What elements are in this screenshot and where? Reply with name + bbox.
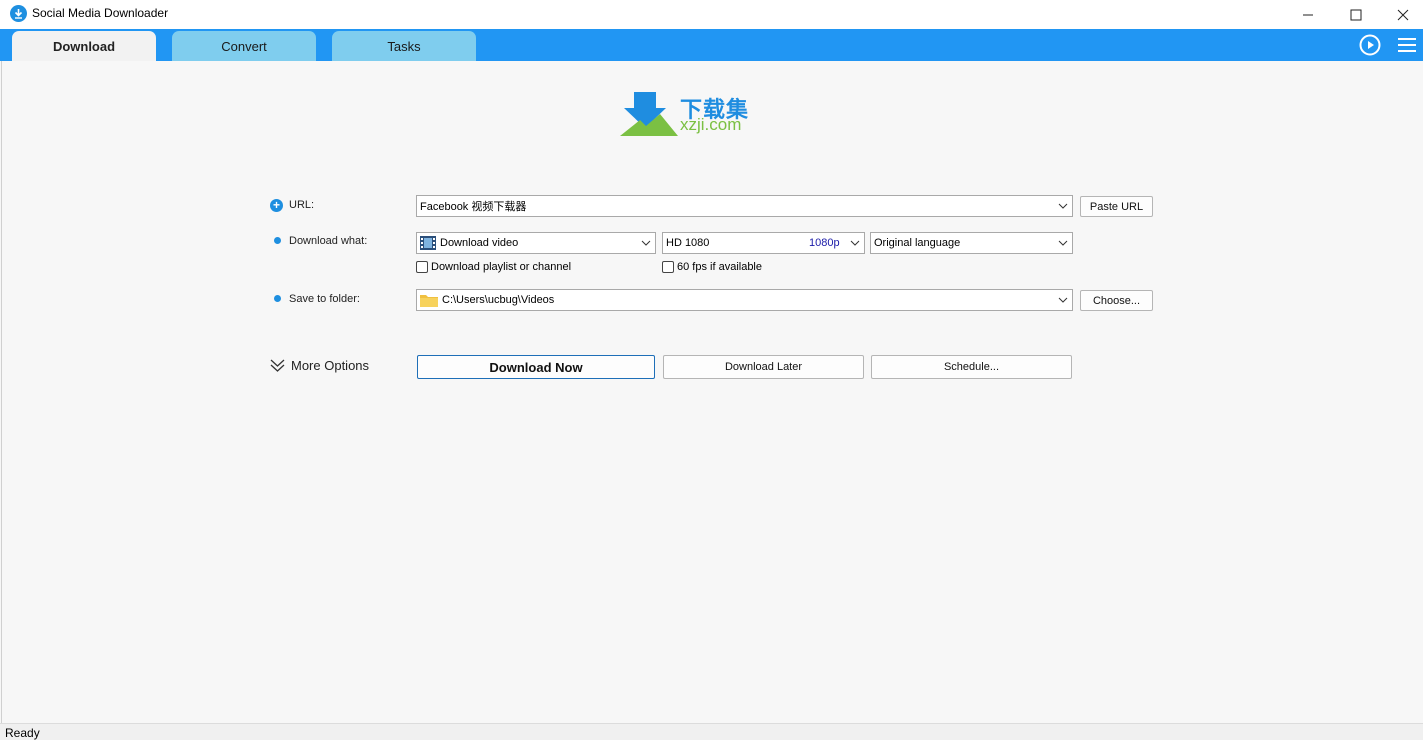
chevron-down-icon[interactable] <box>1058 238 1068 248</box>
window-title: Social Media Downloader <box>32 6 169 20</box>
choose-folder-button[interactable]: Choose... <box>1080 290 1153 311</box>
close-icon[interactable] <box>1380 0 1423 29</box>
folder-icon <box>420 295 438 307</box>
download-panel <box>1 61 1422 723</box>
download-now-button[interactable]: Download Now <box>417 355 655 379</box>
language-select[interactable]: Original language <box>870 232 1073 254</box>
fps-checkbox-label: 60 fps if available <box>677 261 762 273</box>
tab-bar: Download Convert Tasks <box>0 29 1423 61</box>
url-label: URL: <box>289 199 315 211</box>
tab-download[interactable]: Download <box>12 31 156 61</box>
download-type-value: Download video <box>440 237 519 249</box>
chevron-down-icon[interactable] <box>641 238 651 248</box>
logo-text-en: xzji.com <box>680 115 742 134</box>
logo-graphic-icon <box>620 92 678 136</box>
more-options-toggle[interactable]: More Options <box>270 358 369 373</box>
bullet-dot <box>274 237 281 244</box>
schedule-button[interactable]: Schedule... <box>871 355 1072 379</box>
play-circle-icon[interactable] <box>1358 33 1382 57</box>
quality-select[interactable]: HD 1080 1080p <box>662 232 865 254</box>
language-value: Original language <box>874 237 961 249</box>
download-later-button[interactable]: Download Later <box>663 355 864 379</box>
checkbox-box[interactable] <box>662 261 674 273</box>
download-what-label: Download what: <box>289 235 368 247</box>
playlist-checkbox[interactable]: Download playlist or channel <box>416 261 571 273</box>
url-value: Facebook 视频下载器 <box>420 201 527 213</box>
quality-tag: 1080p <box>809 237 840 249</box>
more-options-label: More Options <box>291 358 370 373</box>
maximize-icon[interactable] <box>1333 0 1379 29</box>
status-bar: Ready <box>0 723 1423 740</box>
download-type-select[interactable]: Download video <box>416 232 656 254</box>
folder-path-value: C:\Users\ucbug\Videos <box>442 294 555 306</box>
paste-url-button[interactable]: Paste URL <box>1080 196 1153 217</box>
tab-convert[interactable]: Convert <box>172 31 316 61</box>
add-url-icon[interactable]: + <box>270 199 283 212</box>
checkbox-box[interactable] <box>416 261 428 273</box>
double-chevron-down-icon <box>270 359 285 372</box>
status-text: Ready <box>5 726 40 740</box>
folder-select[interactable]: C:\Users\ucbug\Videos <box>416 289 1073 311</box>
minimize-icon[interactable] <box>1285 0 1331 29</box>
chevron-down-icon[interactable] <box>1058 295 1068 305</box>
app-logo-icon <box>10 5 27 22</box>
film-icon <box>420 236 436 250</box>
fps-checkbox[interactable]: 60 fps if available <box>662 261 762 273</box>
playlist-checkbox-label: Download playlist or channel <box>431 261 572 273</box>
menu-icon[interactable] <box>1395 33 1419 57</box>
chevron-down-icon[interactable] <box>1058 201 1068 211</box>
chevron-down-icon[interactable] <box>850 238 860 248</box>
url-input[interactable]: Facebook 视频下载器 <box>416 195 1073 217</box>
bullet-dot <box>274 295 281 302</box>
tab-tasks[interactable]: Tasks <box>332 31 476 61</box>
quality-value: HD 1080 <box>666 237 710 249</box>
title-bar: Social Media Downloader <box>0 0 1423 29</box>
save-folder-label: Save to folder: <box>289 293 360 305</box>
